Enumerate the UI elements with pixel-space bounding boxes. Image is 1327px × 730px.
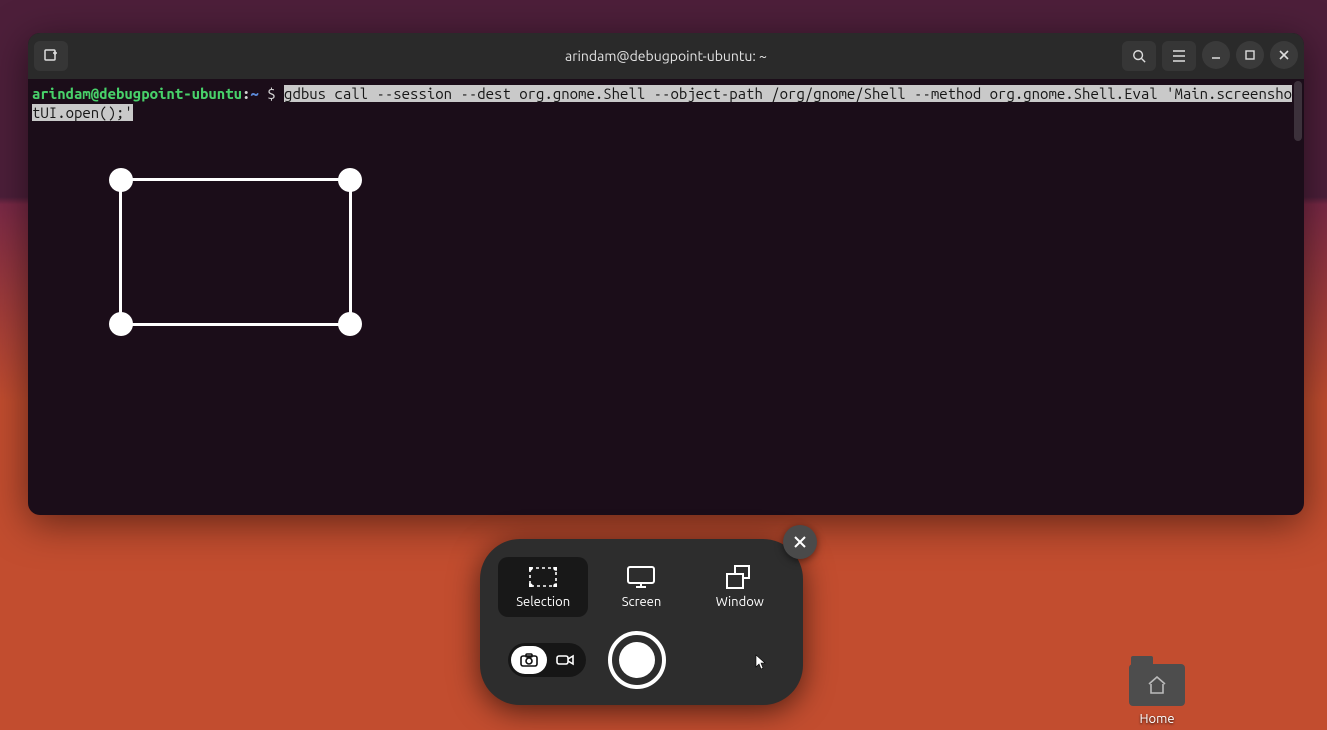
prompt-user-host: arindam@debugpoint-ubuntu (32, 85, 242, 102)
minimize-button[interactable] (1202, 41, 1230, 69)
cursor-pointer-icon (755, 654, 767, 673)
screenshot-bottom-row (498, 631, 785, 689)
search-button[interactable] (1122, 41, 1156, 71)
selection-handle-top-right[interactable] (338, 168, 362, 192)
new-tab-button[interactable] (34, 41, 68, 71)
terminal-titlebar: arindam@debugpoint-ubuntu: ~ (28, 33, 1304, 79)
mode-window-label: Window (716, 595, 764, 609)
screen-icon (626, 565, 656, 589)
prompt-symbol: $ (267, 85, 275, 102)
mode-selection-label: Selection (516, 595, 570, 609)
mode-selection[interactable]: Selection (498, 557, 588, 617)
mode-screen[interactable]: Screen (596, 557, 686, 617)
prompt-path: ~ (250, 85, 258, 102)
mode-screen-label: Screen (622, 595, 662, 609)
photo-mode-toggle[interactable] (511, 646, 547, 674)
mode-window[interactable]: Window (695, 557, 785, 617)
selection-handle-bottom-right[interactable] (338, 312, 362, 336)
selection-rectangle[interactable] (109, 168, 362, 336)
window-icon (725, 565, 755, 589)
selection-icon (528, 565, 558, 589)
scrollbar-thumb[interactable] (1294, 81, 1302, 141)
selection-box[interactable] (119, 178, 352, 326)
screenshot-modes: Selection Screen Window (498, 557, 785, 617)
maximize-button[interactable] (1236, 41, 1264, 69)
close-button[interactable] (1270, 41, 1298, 69)
window-title: arindam@debugpoint-ubuntu: ~ (28, 48, 1304, 64)
desktop-home-folder[interactable]: Home (1129, 664, 1185, 726)
screenshot-panel: Selection Screen Window (480, 539, 803, 705)
capture-button[interactable] (608, 631, 666, 689)
video-mode-toggle[interactable] (547, 646, 583, 674)
home-label: Home (1139, 712, 1174, 726)
screenshot-close-button[interactable] (783, 525, 817, 559)
selection-handle-bottom-left[interactable] (109, 312, 133, 336)
photo-video-toggle (508, 643, 586, 677)
hamburger-menu-button[interactable] (1162, 41, 1196, 71)
selection-handle-top-left[interactable] (109, 168, 133, 192)
folder-icon (1129, 664, 1185, 706)
